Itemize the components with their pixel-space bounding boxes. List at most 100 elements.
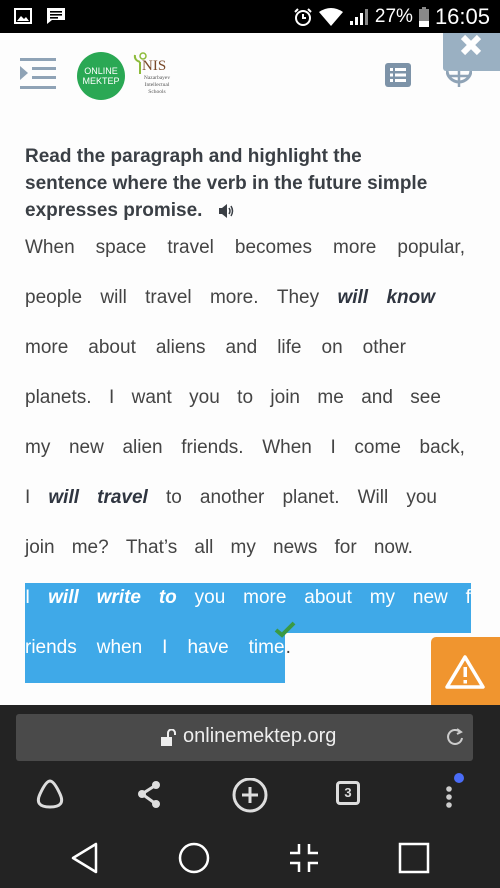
word[interactable]: I — [25, 483, 30, 533]
word[interactable]: want — [132, 383, 172, 433]
speaker-icon[interactable] — [218, 203, 236, 219]
close-button[interactable] — [443, 33, 500, 71]
url-text[interactable]: onlinemektep.org — [183, 725, 336, 748]
word[interactable]: to — [237, 383, 253, 433]
highlighted-sentence[interactable]: riends when Ihave time — [25, 633, 285, 683]
share-icon[interactable] — [136, 778, 164, 810]
back-icon[interactable] — [70, 842, 100, 874]
word[interactable]: people — [25, 283, 82, 333]
word[interactable]: news — [273, 533, 317, 583]
word[interactable]: will — [100, 283, 126, 333]
word[interactable]: join — [25, 533, 55, 583]
word[interactable]: on — [322, 333, 343, 383]
word[interactable]: another — [200, 483, 264, 533]
future-verb-word[interactable]: will — [337, 283, 368, 333]
word[interactable]: more — [25, 333, 68, 383]
word[interactable]: and — [361, 383, 393, 433]
word[interactable]: f — [466, 583, 471, 633]
future-verb-word[interactable]: know — [386, 283, 435, 333]
passage-line[interactable]: my new alien friends. When Icome back, — [25, 433, 465, 483]
word[interactable]: my — [231, 533, 256, 583]
word[interactable]: other — [363, 333, 406, 383]
passage-line[interactable]: join me? That’s all my news for now. — [25, 533, 413, 583]
word[interactable]: alien — [122, 433, 162, 483]
word[interactable]: I — [331, 433, 336, 483]
word[interactable]: aliens — [156, 333, 206, 383]
word[interactable]: when — [97, 633, 142, 683]
word[interactable]: have — [187, 633, 228, 683]
word[interactable]: I — [109, 383, 114, 433]
word[interactable]: popular, — [397, 233, 465, 283]
word[interactable]: time — [249, 633, 285, 683]
highlighted-sentence[interactable]: Iwill write to you more about my new f — [25, 583, 471, 633]
word[interactable]: you — [406, 483, 437, 533]
word[interactable]: riends — [25, 633, 77, 683]
future-verb-word[interactable]: will — [48, 583, 79, 633]
word[interactable]: come — [354, 433, 400, 483]
word[interactable]: back, — [420, 433, 465, 483]
word[interactable]: now. — [374, 533, 413, 583]
word[interactable]: me — [317, 383, 343, 433]
word[interactable]: more — [333, 233, 376, 283]
word[interactable]: about — [304, 583, 352, 633]
report-problem-button[interactable] — [431, 637, 500, 705]
word[interactable]: I — [162, 633, 167, 683]
home-icon[interactable] — [178, 842, 210, 874]
sentence-period[interactable]: . — [286, 633, 291, 683]
word[interactable]: friends. — [181, 433, 243, 483]
clock: 16:05 — [434, 4, 490, 29]
sidebar-toggle-icon[interactable] — [20, 58, 56, 90]
future-verb-word[interactable]: will — [48, 483, 79, 533]
reload-icon[interactable] — [445, 727, 465, 747]
word[interactable]: That’s — [126, 533, 177, 583]
globe-icon[interactable] — [446, 70, 472, 88]
word[interactable]: life — [277, 333, 301, 383]
passage-line[interactable]: When space travel becomes more popular, — [25, 233, 465, 283]
word[interactable]: more. — [210, 283, 259, 333]
word[interactable]: all — [194, 533, 213, 583]
word[interactable]: They — [277, 283, 319, 333]
word[interactable]: When — [25, 233, 75, 283]
word[interactable]: planet. — [282, 483, 339, 533]
passage-line[interactable]: riends when Ihave time. — [25, 633, 465, 683]
battery-percent: 27% — [374, 6, 413, 27]
word[interactable]: new — [413, 583, 448, 633]
word[interactable]: you — [195, 583, 226, 633]
word[interactable]: see — [410, 383, 441, 433]
word[interactable]: new — [69, 433, 104, 483]
future-verb-word[interactable]: travel — [97, 483, 148, 533]
word[interactable]: Will — [358, 483, 389, 533]
alice-assistant-icon[interactable] — [33, 778, 67, 810]
word[interactable]: space — [96, 233, 147, 283]
future-verb-word[interactable]: write — [97, 583, 141, 633]
word[interactable]: join — [270, 383, 300, 433]
word[interactable]: for — [335, 533, 357, 583]
word[interactable]: my — [370, 583, 395, 633]
passage-line[interactable]: Iwill travel to another planet. Will you — [25, 483, 437, 533]
word[interactable]: travel — [145, 283, 191, 333]
passage-line[interactable]: people will travel more. They will know — [25, 283, 435, 333]
tabs-count-button[interactable]: 3 — [336, 781, 360, 805]
word[interactable]: to — [166, 483, 182, 533]
word[interactable]: becomes — [235, 233, 312, 283]
word[interactable]: about — [88, 333, 136, 383]
new-tab-icon[interactable] — [232, 778, 268, 814]
word[interactable]: travel — [167, 233, 213, 283]
passage-line[interactable]: more about aliens and life on other — [25, 333, 406, 383]
passage-line[interactable]: planets. Iwant you to join me and see — [25, 383, 441, 433]
passage-line[interactable]: Iwill write to you more about my new f — [25, 583, 471, 633]
word[interactable]: planets. — [25, 383, 92, 433]
online-mektep-logo[interactable]: ONLINE MEKTEP — [77, 52, 125, 100]
future-verb-word[interactable]: to — [159, 583, 177, 633]
word[interactable]: me? — [72, 533, 109, 583]
list-button[interactable] — [385, 63, 411, 87]
word[interactable]: When — [262, 433, 312, 483]
recents-icon[interactable] — [398, 842, 430, 874]
split-screen-icon[interactable] — [288, 842, 320, 874]
reading-passage[interactable]: When space travel becomes more popular, people… — [25, 233, 471, 683]
word[interactable]: you — [189, 383, 220, 433]
word[interactable]: my — [25, 433, 50, 483]
word[interactable]: and — [226, 333, 258, 383]
word[interactable]: I — [25, 583, 30, 633]
more-menu-icon[interactable] — [440, 770, 464, 810]
